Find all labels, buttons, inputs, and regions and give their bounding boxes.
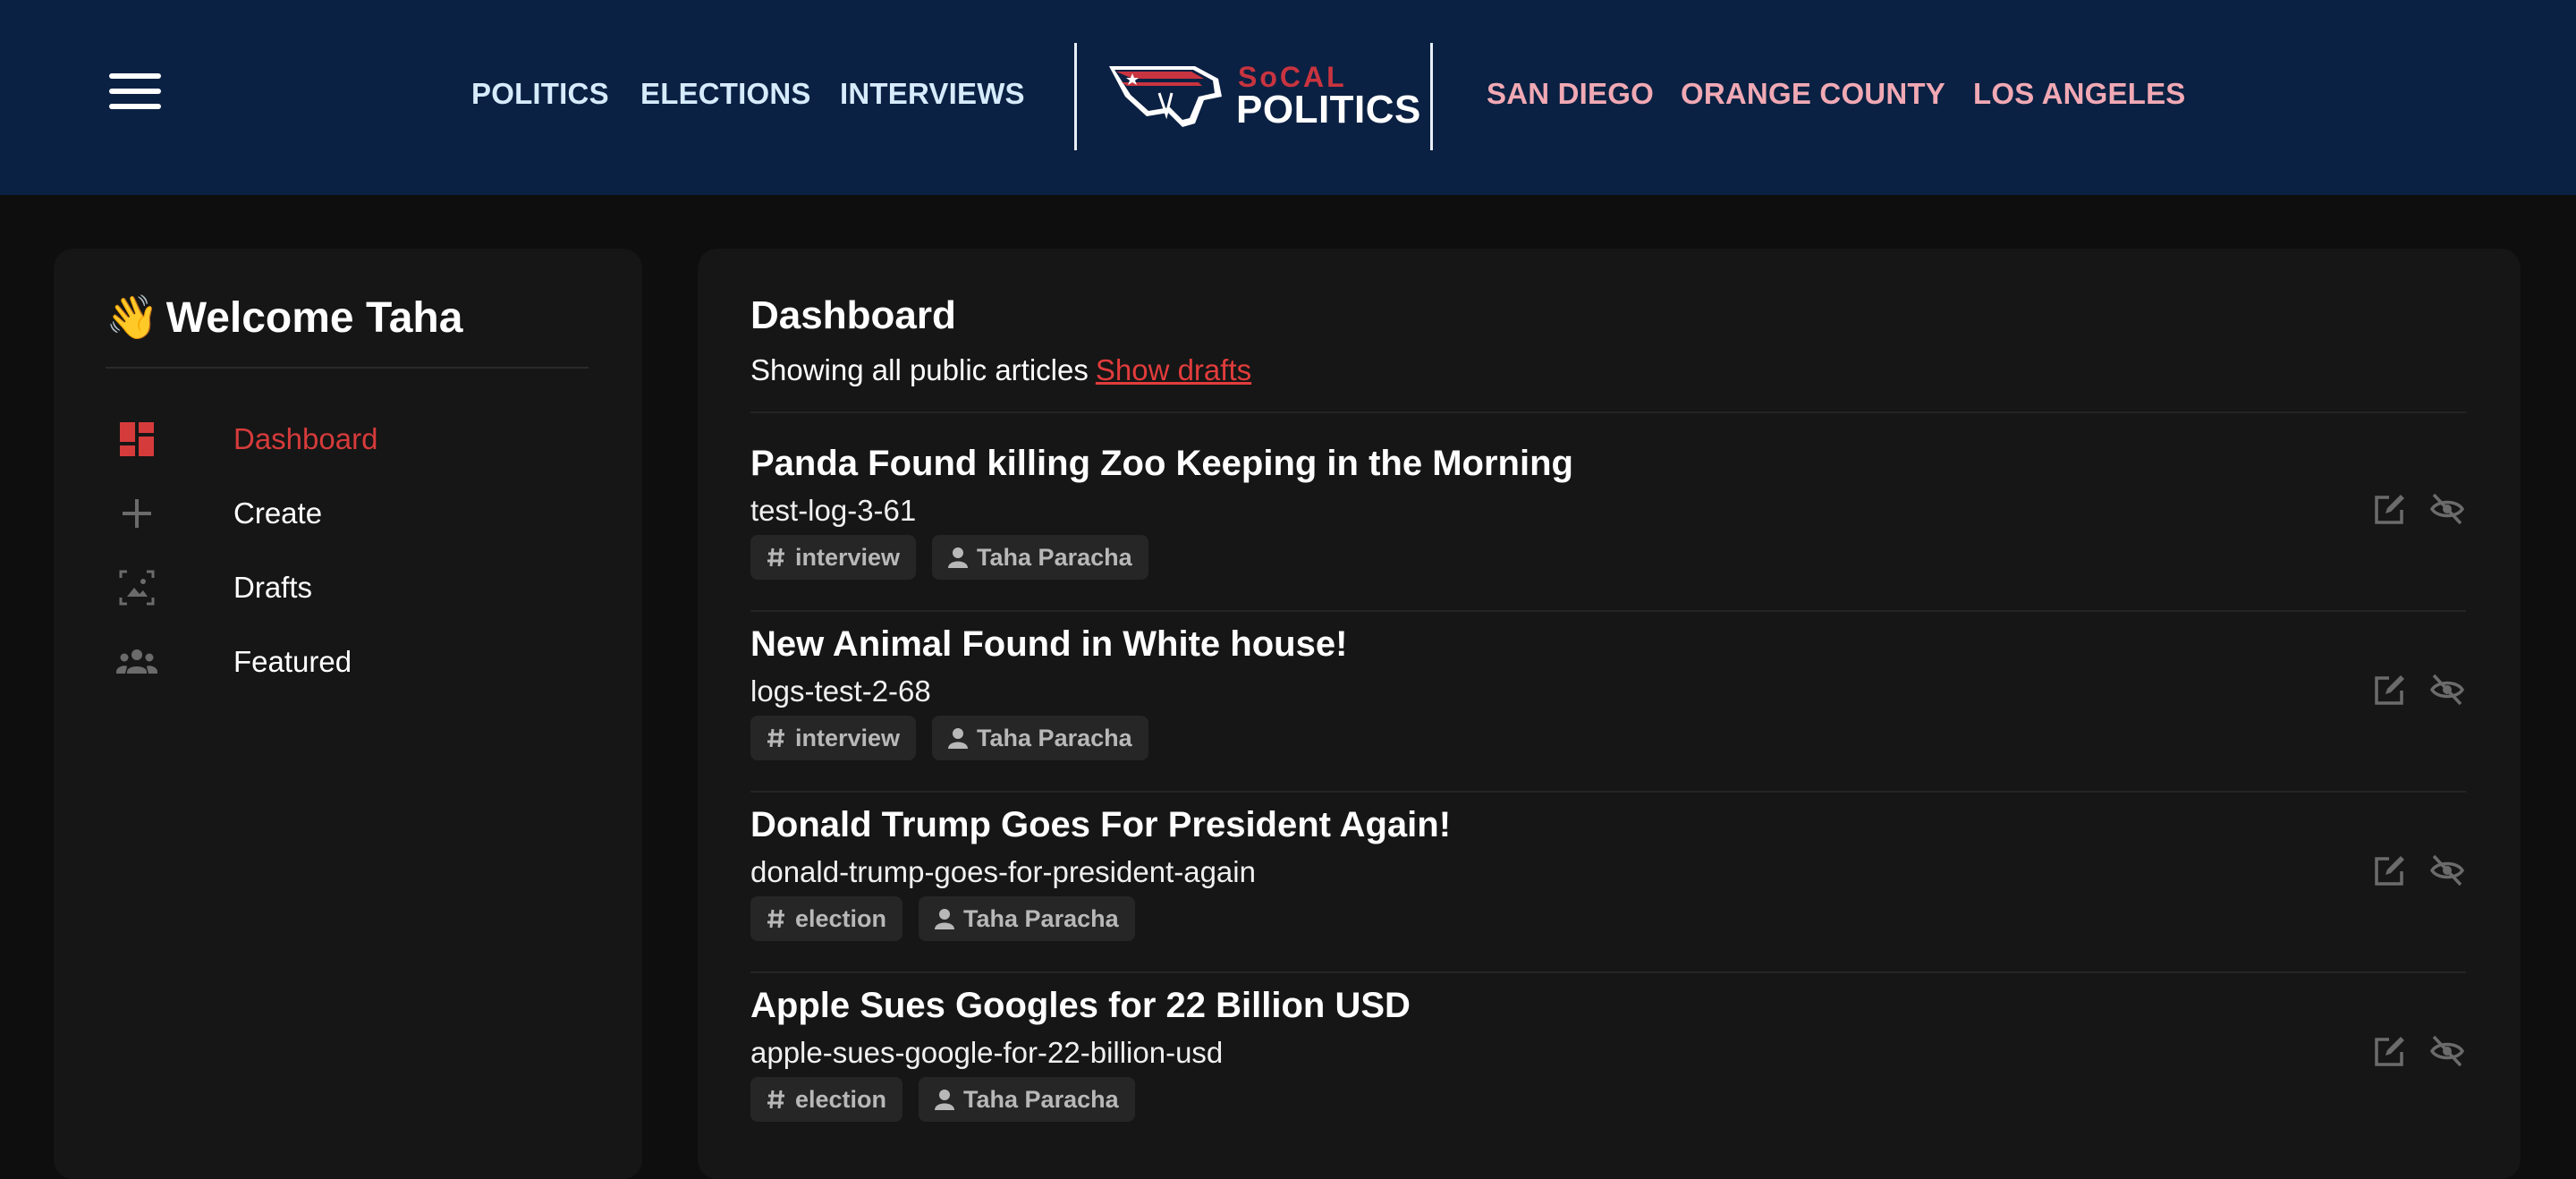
category-tag: election <box>750 1077 903 1122</box>
hash-icon <box>767 547 786 568</box>
hide-eye-slash-icon[interactable] <box>2428 671 2466 708</box>
author-tag-label: Taha Paracha <box>963 904 1119 932</box>
author-tag-label: Taha Paracha <box>977 543 1132 571</box>
logo-text-politics: POLITICS <box>1236 88 1421 131</box>
header-divider-right <box>1430 43 1433 150</box>
sidebar-item-dashboard[interactable]: Dashboard <box>116 413 581 463</box>
category-tag: election <box>750 896 903 941</box>
nav-politics[interactable]: POLITICS <box>471 77 609 111</box>
welcome-heading: 👋 Welcome Taha <box>106 294 463 342</box>
hide-eye-slash-icon[interactable] <box>2428 490 2466 528</box>
person-icon <box>935 908 955 929</box>
edit-icon[interactable] <box>2371 1032 2409 1070</box>
row-divider <box>750 971 2466 973</box>
show-drafts-link[interactable]: Show drafts <box>1096 353 1251 386</box>
sidebar-item-create[interactable]: Create <box>116 488 581 538</box>
category-tag: interview <box>750 716 917 760</box>
header-divider-left <box>1074 43 1077 150</box>
category-tag-label: election <box>795 1085 887 1113</box>
sidebar-item-label: Create <box>233 496 323 530</box>
article-row: Donald Trump Goes For President Again! d… <box>750 805 2466 984</box>
logo-emblem-icon <box>1109 66 1222 127</box>
articles-filter-line: Showing all public articles Show drafts <box>750 353 1251 387</box>
edit-icon[interactable] <box>2371 671 2409 708</box>
author-tag: Taha Paracha <box>919 1077 1135 1122</box>
article-title[interactable]: Donald Trump Goes For President Again! <box>750 805 1451 845</box>
nav-san-diego[interactable]: SAN DIEGO <box>1487 77 1654 111</box>
waving-hand-icon: 👋 <box>106 294 159 342</box>
article-slug: test-log-3-61 <box>750 494 917 527</box>
article-slug: apple-sues-google-for-22-billion-usd <box>750 1036 1224 1069</box>
person-icon <box>935 1089 955 1110</box>
nav-los-angeles[interactable]: LOS ANGELES <box>1973 77 2186 111</box>
nav-orange-county[interactable]: ORANGE COUNTY <box>1681 77 1945 111</box>
group-icon <box>116 649 157 674</box>
article-title[interactable]: Panda Found killing Zoo Keeping in the M… <box>750 444 1573 484</box>
hash-icon <box>767 908 786 929</box>
article-title[interactable]: Apple Sues Googles for 22 Billion USD <box>750 986 1411 1026</box>
article-row: New Animal Found in White house! logs-te… <box>750 624 2466 803</box>
sidebar-item-featured[interactable]: Featured <box>116 636 581 686</box>
top-header: POLITICS ELECTIONS INTERVIEWS SoCAL POLI… <box>0 0 2576 195</box>
person-icon <box>948 547 969 568</box>
hide-eye-slash-icon[interactable] <box>2428 1032 2466 1070</box>
article-title[interactable]: New Animal Found in White house! <box>750 624 1347 665</box>
article-row: Panda Found killing Zoo Keeping in the M… <box>750 444 2466 623</box>
nav-elections[interactable]: ELECTIONS <box>640 77 811 111</box>
nav-interviews[interactable]: INTERVIEWS <box>840 77 1025 111</box>
article-slug: logs-test-2-68 <box>750 674 931 708</box>
site-logo[interactable]: SoCAL POLITICS <box>1106 61 1420 132</box>
row-divider <box>750 791 2466 793</box>
dashboard-panel: Dashboard Showing all public articles Sho… <box>698 249 2521 1179</box>
category-tag-label: interview <box>795 724 901 751</box>
row-divider <box>750 610 2466 612</box>
row-divider <box>750 411 2466 413</box>
author-tag: Taha Paracha <box>932 716 1148 760</box>
filter-status-text: Showing all public articles <box>750 353 1089 386</box>
hide-eye-slash-icon[interactable] <box>2428 852 2466 889</box>
category-tag-label: election <box>795 904 887 932</box>
dashboard-icon <box>120 422 154 456</box>
sidebar-item-label: Featured <box>233 645 352 678</box>
drafts-icon <box>119 570 155 606</box>
hash-icon <box>767 1089 786 1110</box>
plus-icon <box>123 499 151 528</box>
sidebar-item-label: Dashboard <box>233 422 378 455</box>
article-slug: donald-trump-goes-for-president-again <box>750 855 1256 888</box>
sidebar: 👋 Welcome Taha Dashboard Create Drafts F… <box>54 249 642 1179</box>
edit-icon[interactable] <box>2371 490 2409 528</box>
article-row: Apple Sues Googles for 22 Billion USD ap… <box>750 986 2466 1165</box>
author-tag: Taha Paracha <box>919 896 1135 941</box>
sidebar-item-label: Drafts <box>233 571 313 604</box>
author-tag-label: Taha Paracha <box>963 1085 1119 1113</box>
author-tag: Taha Paracha <box>932 535 1148 580</box>
page-title: Dashboard <box>750 293 956 337</box>
hamburger-menu-icon[interactable] <box>109 72 161 111</box>
author-tag-label: Taha Paracha <box>977 724 1132 751</box>
edit-icon[interactable] <box>2371 852 2409 889</box>
sidebar-item-drafts[interactable]: Drafts <box>116 562 581 612</box>
category-tag-label: interview <box>795 543 901 571</box>
person-icon <box>948 727 969 749</box>
hash-icon <box>767 727 786 749</box>
sidebar-divider <box>106 367 589 369</box>
category-tag: interview <box>750 535 917 580</box>
